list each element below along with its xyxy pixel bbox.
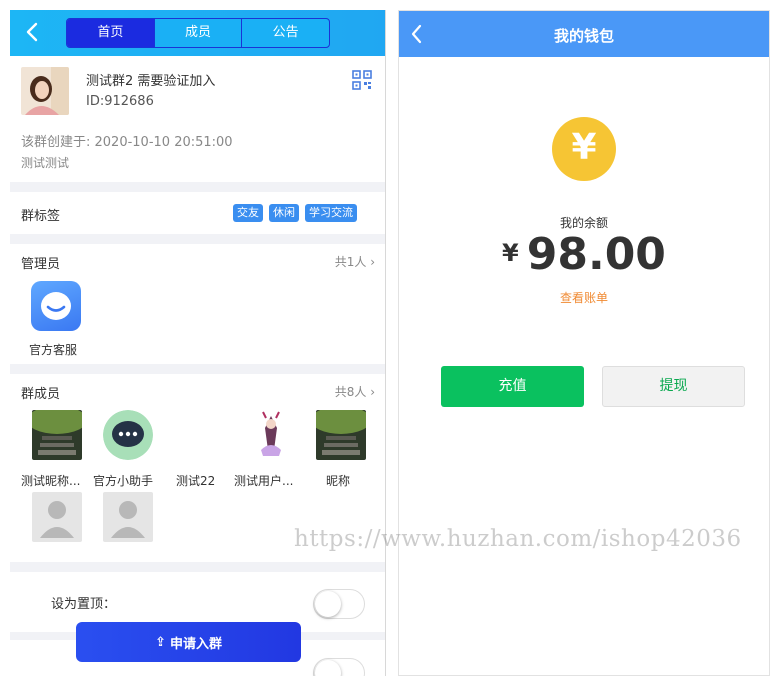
group-tags-label: 群标签 — [21, 209, 61, 224]
member-avatar[interactable] — [316, 410, 366, 460]
member-name: 昵称 — [326, 474, 351, 488]
toggle-knob — [315, 591, 341, 617]
group-id: ID:912686 — [86, 94, 154, 109]
view-bill-link[interactable]: 查看账单 — [399, 289, 769, 306]
group-description: 测试测试 — [21, 156, 70, 170]
wallet-screen: 我的钱包 ¥ 我的余额 ¥98.00 查看账单 充值 提现 — [398, 10, 770, 676]
group-info-screen: 首页 成员 公告 测试群2 需要验证加入 ID:912686 该群创建于: 20… — [10, 10, 386, 676]
group-info-card: 测试群2 需要验证加入 ID:912686 该群创建于: 2020-10-10 … — [10, 56, 385, 182]
withdraw-button[interactable]: 提现 — [602, 366, 745, 407]
settings-toggle[interactable] — [313, 658, 365, 676]
tag: 休闲 — [269, 204, 299, 222]
forest-stairs-image — [32, 410, 82, 460]
toggle-knob — [315, 660, 341, 676]
apply-join-button[interactable]: ⇪ 申请入群 — [76, 622, 301, 662]
member-avatar[interactable] — [103, 492, 153, 542]
group-header: 首页 成员 公告 — [10, 10, 385, 56]
members-count-text: 共8人 — [334, 385, 367, 399]
member-name: 官方小助手 — [93, 474, 154, 488]
group-avatar-image — [21, 67, 69, 115]
group-tags: 交友 休闲 学习交流 — [233, 204, 357, 222]
tab-home[interactable]: 首页 — [67, 19, 155, 47]
chevron-right-icon: › — [370, 255, 375, 269]
anime-character-image — [246, 410, 296, 460]
currency-symbol: ¥ — [502, 239, 519, 267]
tab-announcements[interactable]: 公告 — [242, 19, 329, 47]
group-created-date: 该群创建于: 2020-10-10 20:51:00 — [21, 135, 233, 150]
pin-to-top-toggle[interactable] — [313, 589, 365, 619]
default-user-icon — [32, 492, 82, 542]
yen-coin-icon: ¥ — [552, 117, 616, 181]
watermark-text: https://www.huzhan.com/ishop42036 — [294, 526, 742, 552]
member-name: 测试用户... — [234, 474, 294, 488]
admins-count[interactable]: 共1人 › — [335, 253, 375, 270]
tag: 交友 — [233, 204, 263, 222]
apply-join-label: 申请入群 — [169, 636, 222, 652]
pin-to-top-label: 设为置顶： — [51, 597, 117, 612]
member-avatar[interactable] — [103, 410, 153, 460]
forest-stairs-image — [316, 410, 366, 460]
group-avatar — [21, 67, 69, 115]
wallet-title: 我的钱包 — [553, 27, 614, 45]
qr-code-icon[interactable] — [352, 70, 372, 90]
admins-label: 管理员 — [21, 257, 61, 272]
tag: 学习交流 — [305, 204, 357, 222]
balance-amount: 98.00 — [526, 229, 666, 280]
member-avatar[interactable] — [32, 410, 82, 460]
member-name: 测试昵称... — [21, 474, 81, 488]
join-icon: ⇪ — [155, 634, 166, 650]
balance-display: ¥98.00 — [399, 229, 769, 280]
tab-members[interactable]: 成员 — [155, 19, 243, 47]
admin-avatar[interactable] — [31, 281, 81, 331]
member-avatar[interactable] — [32, 492, 82, 542]
member-avatar[interactable] — [246, 410, 296, 460]
default-user-icon — [103, 492, 153, 542]
chevron-right-icon: › — [370, 385, 375, 399]
customer-service-icon — [41, 292, 71, 320]
group-tabs: 首页 成员 公告 — [66, 18, 330, 48]
back-arrow-icon[interactable] — [22, 20, 44, 44]
admins-section[interactable]: 管理员 共1人 › 官方客服 — [10, 244, 385, 364]
group-name: 测试群2 需要验证加入 — [86, 74, 216, 89]
admins-count-text: 共1人 — [334, 255, 367, 269]
chat-bubble-icon — [103, 410, 153, 460]
admin-name: 官方客服 — [29, 343, 78, 357]
wallet-header: 我的钱包 — [399, 11, 769, 57]
members-label: 群成员 — [21, 387, 61, 402]
member-name: 测试22 — [176, 474, 216, 488]
members-count[interactable]: 共8人 › — [335, 383, 375, 400]
recharge-button[interactable]: 充值 — [441, 366, 584, 407]
group-tags-row: 群标签 交友 休闲 学习交流 — [10, 192, 385, 234]
